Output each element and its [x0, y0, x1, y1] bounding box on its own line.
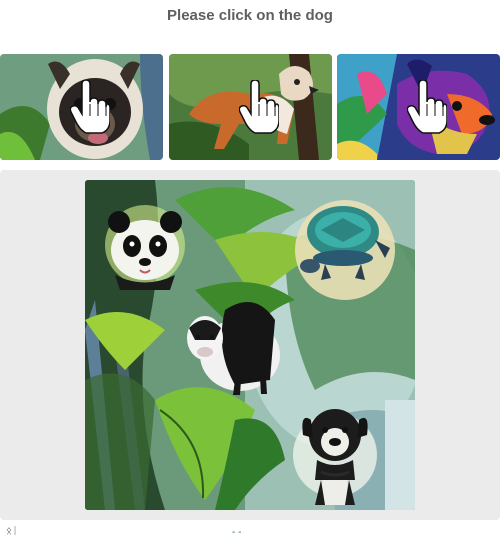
- challenge-main-image[interactable]: [85, 180, 415, 510]
- footer-mid-fragment: - -: [232, 527, 242, 536]
- challenge-prompt: Please click on the dog: [167, 7, 333, 24]
- pointer-hand-icon: [238, 80, 279, 134]
- pointer-hand-icon: [406, 80, 447, 134]
- challenge-panel: [0, 170, 500, 520]
- option-thumbnail-3[interactable]: [337, 54, 500, 160]
- option-thumbnail-2[interactable]: [169, 54, 332, 160]
- jungle-animals-image: [85, 180, 415, 510]
- option-thumbnail-1[interactable]: [0, 54, 163, 160]
- pointer-hand-icon: [69, 80, 110, 134]
- option-thumbnails: [0, 54, 500, 160]
- footer-left-fragment: ᛟᛁ: [6, 526, 18, 536]
